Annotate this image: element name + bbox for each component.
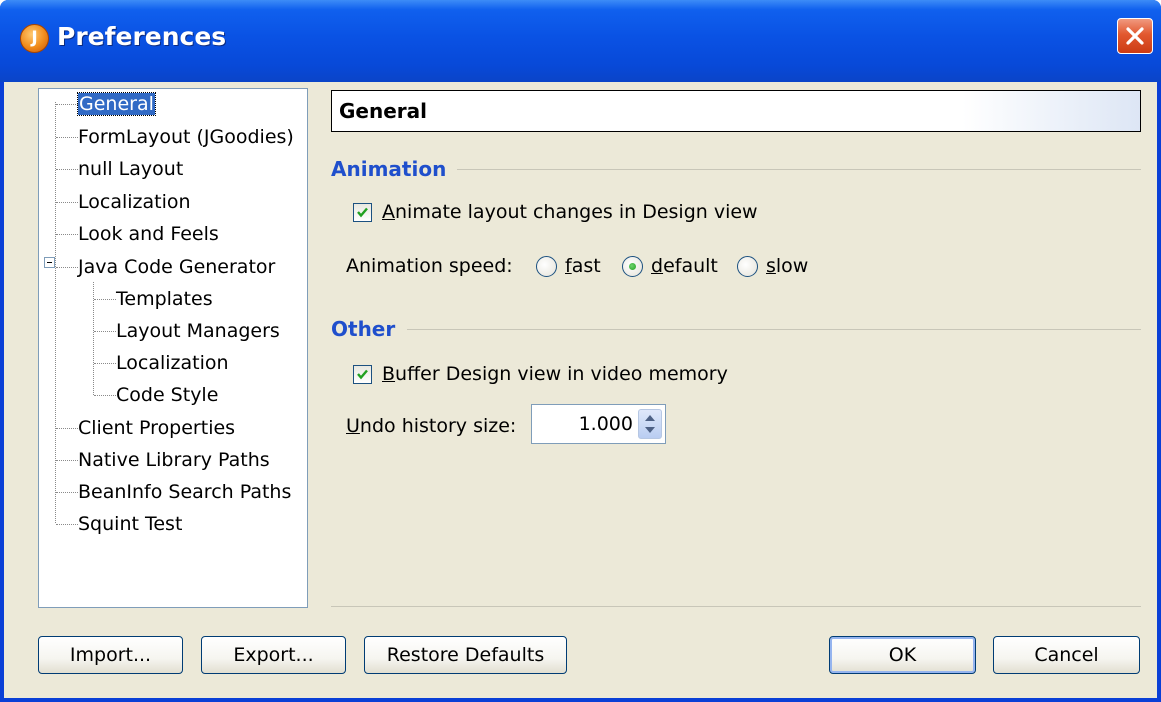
tree-item-code-style[interactable]: Code Style	[116, 381, 218, 409]
tree-item-label: Templates	[116, 288, 213, 310]
mnemonic: f	[565, 255, 572, 277]
animate-layout-checkbox[interactable]	[353, 203, 372, 222]
undo-history-spinner[interactable]: 1.000	[531, 404, 666, 444]
close-icon	[1126, 27, 1144, 45]
page-title: General	[331, 90, 1141, 132]
mnemonic: d	[651, 255, 664, 277]
tree-connector	[56, 492, 78, 493]
buffer-design-view-checkbox[interactable]	[353, 365, 372, 384]
tree-connector	[56, 460, 78, 461]
mnemonic: U	[346, 415, 360, 437]
label-text: ast	[571, 255, 601, 277]
tree-item-label: Localization	[78, 191, 191, 213]
animation-speed-label: Animation speed:	[346, 255, 513, 277]
cancel-button[interactable]: Cancel	[993, 636, 1140, 674]
mnemonic: B	[382, 363, 396, 385]
speed-default-radio[interactable]	[622, 256, 643, 277]
tree-connector	[56, 137, 78, 138]
tree-connector	[94, 331, 116, 332]
checkmark-icon	[357, 369, 368, 380]
spinner-buttons[interactable]	[638, 409, 662, 439]
tree-item-localization[interactable]: Localization	[78, 188, 191, 216]
tree-connector	[56, 234, 78, 235]
tree-item-label: Layout Managers	[116, 320, 280, 342]
import-button[interactable]: Import...	[38, 636, 183, 674]
tree-item-label: null Layout	[78, 158, 184, 180]
animate-layout-label[interactable]: Animate layout changes in Design view	[382, 201, 758, 223]
tree-item-formlayout[interactable]: FormLayout (JGoodies)	[78, 123, 294, 151]
label-text: low	[775, 255, 809, 277]
tree-item-label: Java Code Generator	[78, 256, 276, 278]
mnemonic: A	[382, 201, 395, 223]
tree-item-label: Client Properties	[78, 417, 236, 439]
title-bar[interactable]: J Preferences	[0, 0, 1161, 82]
tree-item-beaninfo-search-paths[interactable]: BeanInfo Search Paths	[78, 478, 291, 506]
section-title-other: Other	[331, 317, 396, 341]
tree-item-general[interactable]: General	[77, 90, 156, 118]
tree-connector	[56, 104, 78, 105]
tree-item-label: Native Library Paths	[78, 449, 270, 471]
buffer-design-view-label[interactable]: Buffer Design view in video memory	[382, 363, 728, 385]
spinner-arrows-icon	[645, 415, 655, 433]
tree-item-squint-test[interactable]: Squint Test	[78, 510, 182, 538]
tree-item-look-and-feels[interactable]: Look and Feels	[78, 220, 219, 248]
preferences-dialog: J Preferences General FormLayout (JGoodi…	[0, 0, 1161, 702]
label-text: efault	[663, 255, 718, 277]
export-button[interactable]: Export...	[201, 636, 346, 674]
tree-item-label: FormLayout (JGoodies)	[78, 126, 294, 148]
speed-slow-label[interactable]: slow	[766, 255, 808, 277]
restore-defaults-button[interactable]: Restore Defaults	[364, 636, 567, 674]
tree-connector	[94, 299, 116, 300]
section-divider	[407, 329, 1141, 330]
app-icon: J	[20, 24, 49, 53]
label-text: ndo history size:	[359, 415, 517, 437]
window-title: Preferences	[57, 22, 227, 51]
content-divider	[331, 606, 1141, 607]
tree-connector	[56, 428, 78, 429]
checkmark-icon	[357, 207, 368, 218]
tree-connector	[94, 363, 116, 364]
tree-item-null-layout[interactable]: null Layout	[78, 155, 183, 183]
collapse-icon[interactable]	[44, 257, 55, 268]
section-title-animation: Animation	[331, 157, 447, 181]
speed-fast-radio[interactable]	[536, 256, 557, 277]
speed-fast-label[interactable]: fast	[565, 255, 601, 277]
undo-history-label: Undo history size:	[346, 415, 516, 437]
tree-connector	[56, 202, 78, 203]
speed-default-label[interactable]: default	[651, 255, 718, 277]
tree-item-label: General	[77, 92, 156, 116]
tree-connector	[56, 169, 78, 170]
close-button[interactable]	[1117, 18, 1153, 54]
mnemonic: s	[766, 255, 776, 277]
tree-connector	[56, 524, 78, 525]
tree-item-native-library-paths[interactable]: Native Library Paths	[78, 446, 270, 474]
tree-item-java-code-generator[interactable]: Java Code Generator	[78, 253, 275, 281]
tree-item-client-properties[interactable]: Client Properties	[78, 414, 235, 442]
tree-item-label: Localization	[116, 352, 229, 374]
tree-item-label: Code Style	[116, 384, 219, 406]
tree-item-label: Squint Test	[78, 513, 183, 535]
undo-history-value[interactable]: 1.000	[579, 413, 633, 435]
ok-button[interactable]: OK	[829, 636, 976, 674]
tree-item-label: BeanInfo Search Paths	[78, 481, 292, 503]
tree-connector	[56, 267, 78, 268]
label-text: uffer Design view in video memory	[395, 363, 728, 385]
section-divider	[457, 169, 1141, 170]
speed-slow-radio[interactable]	[737, 256, 758, 277]
tree-item-codegen-localization[interactable]: Localization	[116, 349, 229, 377]
tree-connector	[94, 395, 116, 396]
tree-item-label: Look and Feels	[78, 223, 219, 245]
tree-item-layout-managers[interactable]: Layout Managers	[116, 317, 280, 345]
tree-item-templates[interactable]: Templates	[116, 285, 213, 313]
label-text: nimate layout changes in Design view	[395, 201, 758, 223]
